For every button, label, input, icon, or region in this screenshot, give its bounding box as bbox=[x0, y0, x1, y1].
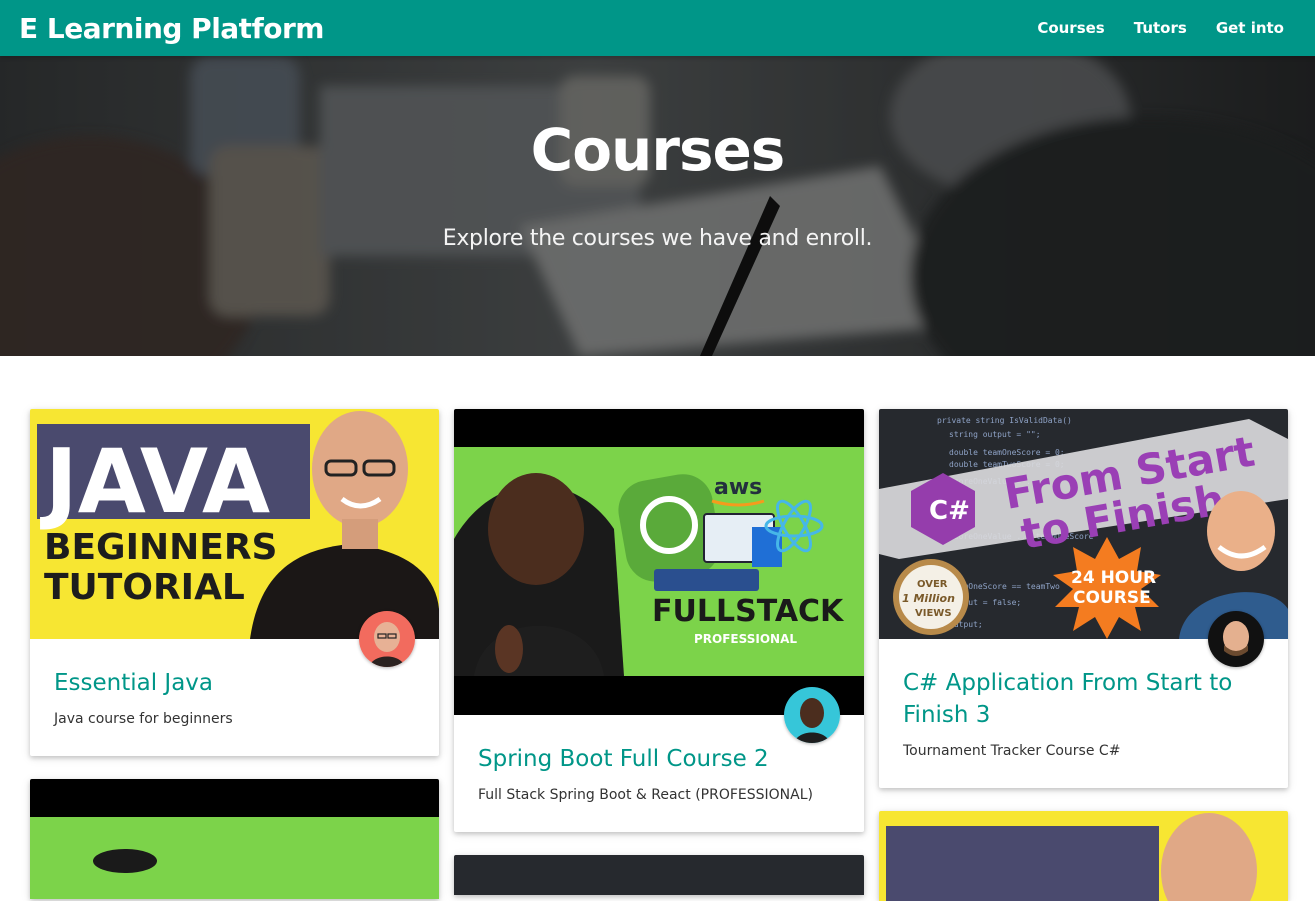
course-title[interactable]: Spring Boot Full Course 2 bbox=[478, 743, 840, 775]
course-card[interactable]: aws FULLSTACK PROFESSIONAL Spring Boot F… bbox=[454, 409, 864, 832]
course-card[interactable] bbox=[30, 779, 439, 899]
nav-links: Courses Tutors Get into bbox=[1037, 19, 1296, 37]
course-thumbnail[interactable] bbox=[454, 855, 864, 895]
page-title: Courses bbox=[530, 116, 786, 184]
course-card[interactable] bbox=[454, 855, 864, 895]
thumb-text-csharp: C# bbox=[929, 496, 970, 526]
thumb-text-java: JAVA bbox=[40, 430, 270, 533]
page-subtitle: Explore the courses we have and enroll. bbox=[442, 226, 873, 251]
course-description: Tournament Tracker Course C# bbox=[903, 743, 1121, 759]
course-card[interactable]: private string IsValidData() string outp… bbox=[879, 409, 1288, 788]
thumb-text-fullstack: FULLSTACK bbox=[652, 594, 845, 629]
svg-text:private string IsValidData(): private string IsValidData() bbox=[937, 416, 1072, 425]
course-thumbnail[interactable] bbox=[30, 779, 439, 899]
svg-text:double teamOneScore = 0;: double teamOneScore = 0; bbox=[949, 448, 1065, 457]
course-thumbnail[interactable] bbox=[879, 811, 1288, 901]
course-title[interactable]: Essential Java bbox=[54, 667, 415, 699]
thumb-text-1-million: 1 Million bbox=[902, 592, 955, 605]
hero-background-image bbox=[0, 56, 1315, 356]
thumb-text-professional: PROFESSIONAL bbox=[694, 632, 797, 646]
brand-link[interactable]: E Learning Platform bbox=[19, 12, 324, 45]
nav-tutors[interactable]: Tutors bbox=[1134, 19, 1187, 37]
course-thumbnail[interactable]: aws FULLSTACK PROFESSIONAL bbox=[454, 409, 864, 715]
top-navbar: E Learning Platform Courses Tutors Get i… bbox=[0, 0, 1315, 56]
thumb-text-24-hour: 24 HOUR bbox=[1071, 568, 1156, 588]
course-description: Full Stack Spring Boot & React (PROFESSI… bbox=[478, 787, 813, 803]
hero-banner: Courses Explore the courses we have and … bbox=[0, 56, 1315, 356]
course-description: Java course for beginners bbox=[54, 711, 233, 727]
course-card[interactable] bbox=[879, 811, 1288, 901]
course-thumbnail[interactable]: JAVA BEGINNERS TUTORIAL bbox=[30, 409, 439, 639]
thumb-text-over: OVER bbox=[917, 579, 948, 590]
tutor-avatar[interactable] bbox=[784, 687, 840, 743]
thumb-text-tutorial: TUTORIAL bbox=[44, 567, 245, 608]
course-thumbnail[interactable]: private string IsValidData() string outp… bbox=[879, 409, 1288, 639]
tutor-avatar[interactable] bbox=[1208, 611, 1264, 667]
course-title[interactable]: C# Application From Start to Finish 3 bbox=[903, 667, 1264, 731]
course-card[interactable]: JAVA BEGINNERS TUTORIAL Essential Java J… bbox=[30, 409, 439, 756]
thumb-text-beginners: BEGINNERS bbox=[44, 527, 277, 568]
nav-courses[interactable]: Courses bbox=[1037, 19, 1104, 37]
thumb-text-views: VIEWS bbox=[915, 608, 952, 619]
svg-text:string output = "";: string output = ""; bbox=[949, 430, 1041, 439]
thumb-text-aws: aws bbox=[714, 475, 762, 500]
nav-get-into[interactable]: Get into bbox=[1216, 19, 1284, 37]
thumb-text-course: COURSE bbox=[1073, 588, 1151, 608]
tutor-avatar[interactable] bbox=[359, 611, 415, 667]
